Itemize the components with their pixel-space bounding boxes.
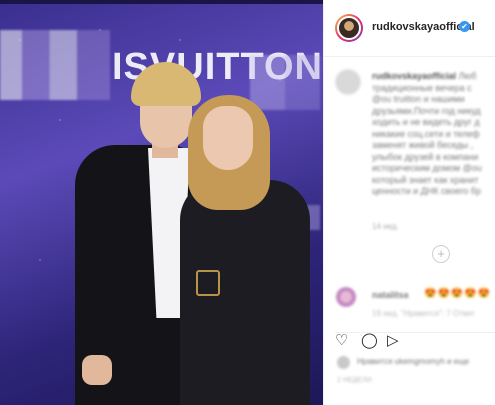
caption-time: 14 нед. xyxy=(372,222,399,231)
post-date: 2 НЕДЕЛИ xyxy=(337,377,372,384)
verified-badge-icon: ✔ xyxy=(459,21,470,32)
woman-belt-buckle xyxy=(196,270,220,296)
comment-meta: 19 нед. "Нравится": 7 Ответ xyxy=(372,309,475,318)
profile-avatar[interactable] xyxy=(335,14,363,42)
comment-icon[interactable]: ◯ xyxy=(361,333,378,349)
post-caption: rudkovskayaofficial Люб традиционные веч… xyxy=(372,71,495,198)
man-hand xyxy=(82,355,112,385)
caption-username[interactable]: rudkovskayaofficial xyxy=(372,71,456,81)
post-sidebar: rudkovskayaofficial ✔ rudkovskayaofficia… xyxy=(323,0,495,405)
likes-text[interactable]: Нравится ukemgmomyh и еще xyxy=(357,357,469,366)
caption-line: историческим домом @ou xyxy=(372,163,482,173)
comment-avatar[interactable] xyxy=(336,287,356,307)
caption-line: никакие соц.сети и телеф xyxy=(372,128,480,139)
comment-emojis: 😍😍😍😍😍 xyxy=(424,288,492,299)
plus-circle-icon[interactable]: + xyxy=(432,245,450,263)
caption-line: @ou truitton и нашими xyxy=(372,94,465,104)
caption-avatar[interactable] xyxy=(335,69,361,95)
caption-line: улыбок друзей в компани xyxy=(372,151,479,162)
post-photo[interactable]: ISVUITTON xyxy=(0,0,323,405)
post-header: rudkovskayaofficial ✔ xyxy=(324,0,495,57)
caption-line: Люб xyxy=(458,71,477,81)
caption-line: друзьями.Почти год никуд xyxy=(372,105,481,116)
post-actions: ♡ ◯ ▷ xyxy=(335,332,495,349)
caption-line: традиционные вечера с xyxy=(372,82,472,93)
caption-line: заменят живой беседы , xyxy=(372,140,474,150)
pixelated-logo-left xyxy=(0,30,110,100)
share-icon[interactable]: ▷ xyxy=(387,333,399,349)
caption-line: ценности и ДНК своего бр xyxy=(372,186,481,196)
heart-icon[interactable]: ♡ xyxy=(335,333,348,349)
comment-username[interactable]: natalitsa xyxy=(372,290,409,300)
likes-avatar xyxy=(337,356,350,369)
woman-face xyxy=(203,106,253,170)
avatar-image xyxy=(337,16,361,40)
pixelated-logo-right xyxy=(250,55,320,110)
caption-line: который знает как хранит xyxy=(372,174,479,185)
caption-line: ходить и не видеть друг д xyxy=(372,117,480,127)
